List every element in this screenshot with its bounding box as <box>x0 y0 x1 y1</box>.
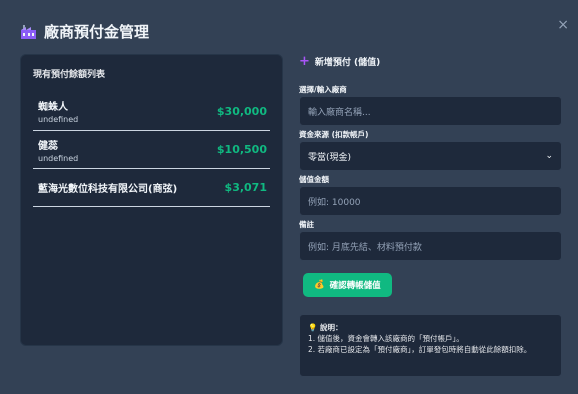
vendor-subtext: undefined <box>38 153 79 163</box>
instructions-line-2: 2. 若廠商已設定為「預付廠商」，訂單發包時將自動從此餘額扣除。 <box>308 345 532 354</box>
instructions-box: 💡 說明： 1. 儲值後，資金會轉入該廠商的「預付帳戶」。 2. 若廠商已設定為… <box>299 314 562 377</box>
vendor-info: 健蕊 undefined <box>38 137 78 163</box>
vendor-row[interactable]: 藍海光數位科技有限公司(商弦) $3,071 <box>33 169 270 207</box>
balance-list-panel: 現有預付餘額列表 蜘蛛人 undefined $30,000 健蕊 undefined $… <box>20 54 283 346</box>
money-bag-icon: 💰 <box>314 280 325 290</box>
vendor-name: 健蕊 <box>38 140 58 152</box>
vendor-row[interactable]: 健蕊 undefined $10,500 <box>33 131 270 169</box>
balance-list-heading: 現有預付餘額列表 <box>33 70 106 80</box>
chevron-down-icon: ⌄ <box>545 151 553 161</box>
instructions-line-1: 1. 儲值後，資金會轉入該廠商的「預付帳戶」。 <box>308 334 464 343</box>
modal-title: 廠商預付金管理 <box>20 21 149 42</box>
factory-icon <box>20 24 37 40</box>
vendor-info: 藍海光數位科技有限公司(商弦) <box>38 180 177 195</box>
vendor-input[interactable]: 輸入廠商名稱... <box>299 96 562 126</box>
confirm-transfer-label: 確認轉帳儲值 <box>329 281 381 291</box>
source-field-label: 資金來源 (扣款帳戶) <box>299 130 369 139</box>
source-select[interactable]: 零當(現金) ⌄ <box>299 141 562 171</box>
modal-title-text: 廠商預付金管理 <box>44 23 150 41</box>
amount-input[interactable]: 例如: 10000 <box>299 186 562 216</box>
note-input[interactable]: 例如: 月底先結、材料預付款 <box>299 231 562 261</box>
vendor-balance: $30,000 <box>216 104 267 118</box>
vendor-balance: $10,500 <box>216 143 267 156</box>
vendor-name: 藍海光數位科技有限公司(商弦) <box>38 184 178 195</box>
vendor-name: 蜘蛛人 <box>38 102 68 113</box>
note-field-label: 備註 <box>299 220 314 229</box>
confirm-transfer-button[interactable]: 💰 確認轉帳儲值 <box>303 273 392 297</box>
instructions-title: 💡 說明： <box>308 323 343 332</box>
form-heading-text: 新增預付 (儲值) <box>314 57 381 68</box>
amount-field-label: 儲值金額 <box>299 175 329 184</box>
form-heading: + 新增預付 (儲值) <box>299 54 562 68</box>
vendor-subtext: undefined <box>38 115 79 124</box>
prepay-form: + 新增預付 (儲值) 選擇/輸入廠商 輸入廠商名稱... 資金來源 (扣款帳戶… <box>299 54 562 297</box>
source-select-value: 零當(現金) <box>308 152 352 163</box>
vendor-rows: 蜘蛛人 undefined $30,000 健蕊 undefined $10,500 藍海光… <box>33 92 270 207</box>
vendor-row[interactable]: 蜘蛛人 undefined $30,000 <box>33 92 270 131</box>
vendor-field-label: 選擇/輸入廠商 <box>299 85 347 94</box>
vendor-info: 蜘蛛人 undefined <box>38 98 78 124</box>
close-icon[interactable]: × <box>557 18 569 32</box>
vendor-balance: $3,071 <box>224 181 267 194</box>
plus-icon: + <box>299 53 310 69</box>
